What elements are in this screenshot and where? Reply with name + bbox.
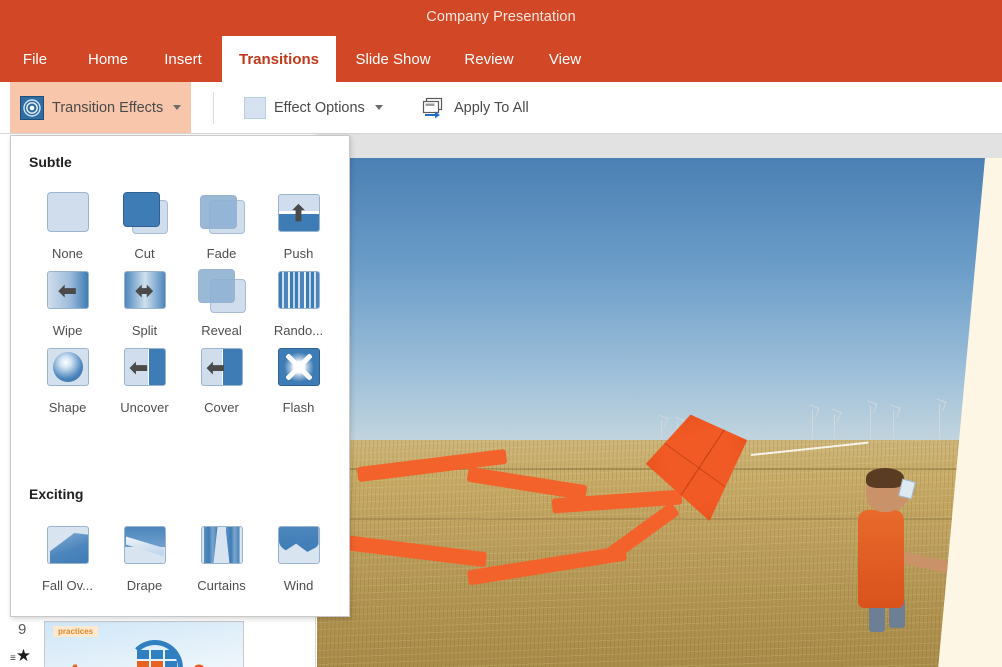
transition-effects-button[interactable]: Transition Effects [10, 82, 192, 133]
wind-turbine-icon [812, 410, 813, 442]
transition-flash-icon [273, 344, 325, 392]
transition-wind-icon [273, 522, 325, 570]
transition-curtains-icon [196, 522, 248, 570]
transition-tile-cut[interactable]: Cut [106, 184, 183, 261]
transition-tile-push[interactable]: ⬆ Push [260, 184, 337, 261]
tile-label: Wind [283, 578, 314, 593]
wind-turbine-icon [834, 414, 835, 442]
transition-cover-icon: ⬅ [196, 344, 248, 392]
tile-label: Uncover [120, 400, 169, 415]
tile-label: Shape [48, 400, 87, 415]
chevron-down-icon[interactable] [173, 105, 182, 110]
tile-label: Flash [282, 400, 315, 415]
transition-tile-shape[interactable]: Shape [29, 338, 106, 415]
tile-label: Curtains [197, 578, 246, 593]
ribbon-toolbar: Transition Effects Effect Options Apply … [0, 82, 1002, 134]
transition-effects-label: Transition Effects [52, 99, 164, 116]
tab-file[interactable]: File [8, 36, 62, 82]
toolbar-divider [213, 92, 214, 124]
transition-split-icon: ⬌ [119, 267, 171, 315]
transition-tile-wind[interactable]: Wind [260, 516, 337, 593]
chevron-down-icon[interactable] [374, 105, 383, 110]
transition-tile-cover[interactable]: ⬅ Cover [183, 338, 260, 415]
wind-turbine-icon [893, 410, 894, 442]
transition-tile-curtains[interactable]: Curtains [183, 516, 260, 593]
ribbon-tab-strip: File Home Insert Transitions Slide Show … [0, 36, 1002, 82]
tile-label: Cover [204, 400, 239, 415]
transition-random-icon [273, 267, 325, 315]
tile-label: Wipe [52, 323, 83, 338]
transition-shape-icon [42, 344, 94, 392]
effect-options-label: Effect Options [274, 99, 365, 116]
thumbnail-number-left: 4 [67, 660, 79, 667]
tab-slide-show[interactable]: Slide Show [344, 36, 442, 82]
transition-tile-reveal[interactable]: Reveal [183, 261, 260, 338]
transition-drape-icon [119, 522, 171, 570]
apply-to-all-icon [422, 97, 446, 119]
transition-reveal-icon [196, 267, 248, 315]
transition-uncover-icon: ⬅ [119, 344, 171, 392]
tile-label: Cut [134, 246, 155, 261]
transition-star-icon: ≡★ [10, 646, 32, 665]
boy-shirt [858, 510, 904, 608]
wind-turbine-icon [939, 404, 940, 442]
transition-tile-split[interactable]: ⬌ Split [106, 261, 183, 338]
thumbnail-preview: practices 4 2 [44, 621, 244, 667]
tab-view[interactable]: View [536, 36, 594, 82]
title-bar: Company Presentation [0, 0, 1002, 36]
tile-label: Split [131, 323, 158, 338]
transition-none-icon [42, 190, 94, 238]
transition-wipe-icon: ⬅ [42, 267, 94, 315]
thumbnail-number-right: 2 [193, 660, 205, 667]
transition-cut-icon [119, 190, 171, 238]
transition-tile-wipe[interactable]: ⬅ Wipe [29, 261, 106, 338]
transition-tile-drape[interactable]: Drape [106, 516, 183, 593]
thumbnail-item[interactable]: 9 ≡★ practices 4 2 [0, 621, 316, 667]
tab-insert[interactable]: Insert [152, 36, 214, 82]
tile-label: Reveal [201, 323, 242, 338]
window-title: Company Presentation [426, 9, 576, 25]
transition-fade-icon [196, 190, 248, 238]
transition-tile-fall-over[interactable]: Fall Ov... [29, 516, 106, 593]
effect-options-button[interactable]: Effect Options [234, 82, 393, 133]
tile-label: Fade [206, 246, 237, 261]
transition-tile-none[interactable]: None [29, 184, 106, 261]
tab-review[interactable]: Review [450, 36, 528, 82]
tab-transitions[interactable]: Transitions [222, 36, 336, 82]
photo-sky [317, 158, 985, 444]
thumbnail-grid-graphic [137, 650, 177, 667]
transition-effects-gallery[interactable]: Subtle None Cut Fade ⬆ Push ⬅ Wipe ⬌ Spl… [10, 135, 350, 617]
gallery-group-subtle-grid[interactable]: None Cut Fade ⬆ Push ⬅ Wipe ⬌ Split Reve… [29, 184, 337, 415]
blank-slide-icon [244, 96, 266, 119]
current-slide[interactable] [317, 158, 1002, 667]
slide-canvas[interactable] [317, 134, 1002, 667]
tile-label: Drape [126, 578, 163, 593]
apply-to-all-button[interactable]: Apply To All [412, 82, 539, 133]
gallery-group-exciting-title: Exciting [29, 486, 84, 502]
powerpoint-window: Company Presentation File Home Insert Tr… [0, 0, 1002, 667]
tile-label: Push [283, 246, 314, 261]
transition-tile-fade[interactable]: Fade [183, 184, 260, 261]
transition-tile-random-bars[interactable]: Rando... [260, 261, 337, 338]
tab-home[interactable]: Home [72, 36, 144, 82]
tile-label: Fall Ov... [41, 578, 94, 593]
transition-fall-over-icon [42, 522, 94, 570]
slide-photo-kite-field [317, 158, 985, 667]
transition-target-icon [20, 95, 44, 120]
transition-push-icon: ⬆ [273, 190, 325, 238]
transition-tile-uncover[interactable]: ⬅ Uncover [106, 338, 183, 415]
tile-label: None [51, 246, 84, 261]
gallery-group-subtle-title: Subtle [29, 154, 72, 170]
wind-turbine-icon [870, 406, 871, 442]
transition-tile-flash[interactable]: Flash [260, 338, 337, 415]
slide-number: 9 [18, 621, 27, 638]
thumbnail-tag: practices [53, 626, 99, 637]
gallery-group-exciting-grid[interactable]: Fall Ov... Drape Curtains Wind [29, 516, 337, 593]
apply-to-all-label: Apply To All [454, 99, 529, 116]
wind-turbine-icon [661, 420, 662, 442]
tile-label: Rando... [273, 323, 324, 338]
boy-hair [866, 468, 904, 488]
